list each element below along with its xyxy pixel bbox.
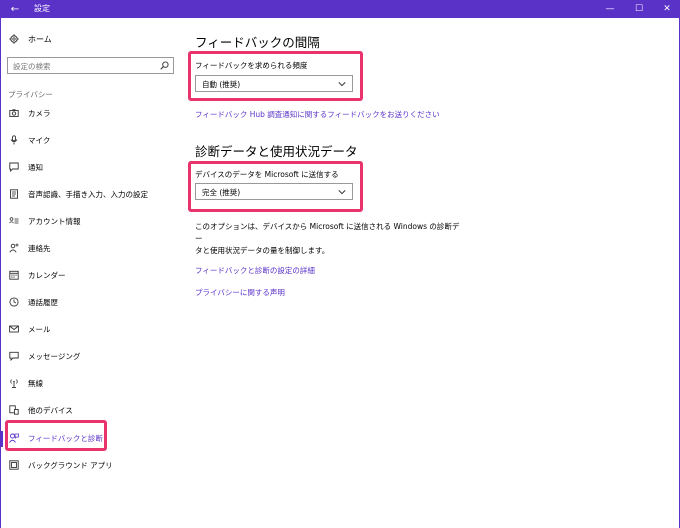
feedback-hub-link[interactable]: フィードバック Hub 調査通知に関するフィードバックをお送りください <box>195 109 440 120</box>
messaging-icon <box>8 350 20 362</box>
highlight-feedback-nav <box>5 420 107 451</box>
sidebar-item-calendar[interactable]: カレンダー <box>8 268 66 282</box>
window-title: 設定 <box>34 4 50 13</box>
sidebar-item-label: バックグラウンド アプリ <box>28 460 113 470</box>
diagnostic-description-line-1: このオプションは、デバイスから Microsoft に送信される Windows… <box>195 222 460 243</box>
sidebar-item-radios[interactable]: 無線 <box>8 376 43 390</box>
sidebar-item-other-devices[interactable]: 他のデバイス <box>8 403 73 417</box>
back-button[interactable]: ← <box>4 0 26 18</box>
camera-icon <box>8 107 20 119</box>
search-placeholder: 設定の検索 <box>13 62 51 71</box>
close-button[interactable]: ✕ <box>652 0 680 18</box>
sidebar-item-label: カメラ <box>28 108 51 118</box>
sidebar-item-background-apps[interactable]: バックグラウンド アプリ <box>8 458 113 472</box>
sidebar-item-label: アカウント情報 <box>28 216 81 226</box>
sidebar-item-label: 通知 <box>28 162 43 172</box>
sidebar: ホーム 設定の検索 プライバシー カメラ マイク 通知 音声認識、手描き入力、入… <box>0 18 180 528</box>
feedback-heading: フィードバックの間隔 <box>195 35 320 50</box>
gear-icon <box>8 33 20 45</box>
background-apps-icon <box>8 459 20 471</box>
privacy-statement-link[interactable]: プライバシーに関する声明 <box>195 287 285 298</box>
sidebar-item-label: カレンダー <box>28 270 66 280</box>
feedback-settings-details-link[interactable]: フィードバックと診断の設定の詳細 <box>195 265 315 276</box>
mail-icon <box>8 323 20 335</box>
sidebar-item-label: メッセージング <box>28 351 81 361</box>
search-input[interactable]: 設定の検索 <box>7 57 174 74</box>
calendar-icon <box>8 269 20 281</box>
diagnostic-description-line-2: タと使用状況データの量を制御します。 <box>195 246 330 255</box>
sidebar-section-privacy: プライバシー <box>8 90 53 99</box>
other-devices-icon <box>8 404 20 416</box>
maximize-button[interactable]: ☐ <box>624 0 654 18</box>
sidebar-home[interactable]: ホーム <box>8 32 52 46</box>
search-icon[interactable] <box>160 61 169 70</box>
diagnostic-heading: 診断データと使用状況データ <box>195 144 358 159</box>
sidebar-item-speech[interactable]: 音声認識、手描き入力、入力の設定 <box>8 187 148 201</box>
minimize-button[interactable]: — <box>595 0 625 18</box>
speech-icon <box>8 188 20 200</box>
sidebar-item-label: 音声認識、手描き入力、入力の設定 <box>28 189 148 199</box>
sidebar-item-label: 無線 <box>28 378 43 388</box>
sidebar-item-mail[interactable]: メール <box>8 322 51 336</box>
call-history-icon <box>8 296 20 308</box>
diagnostic-description: このオプションは、デバイスから Microsoft に送信される Windows… <box>195 221 460 257</box>
sidebar-item-call-history[interactable]: 通話履歴 <box>8 295 58 309</box>
sidebar-item-label: メール <box>28 324 51 334</box>
highlight-feedback-frequency <box>188 51 363 101</box>
sidebar-item-label: 通話履歴 <box>28 297 58 307</box>
notification-icon <box>8 161 20 173</box>
sidebar-item-account-info[interactable]: アカウント情報 <box>8 214 81 228</box>
sidebar-item-label: マイク <box>28 135 51 145</box>
sidebar-item-notifications[interactable]: 通知 <box>8 160 43 174</box>
sidebar-item-label: 連絡先 <box>28 243 51 253</box>
sidebar-item-microphone[interactable]: マイク <box>8 133 50 147</box>
sidebar-item-label: 他のデバイス <box>28 405 73 415</box>
sidebar-home-label: ホーム <box>28 34 52 44</box>
radios-icon <box>8 377 20 389</box>
contacts-icon <box>8 242 20 254</box>
highlight-diagnostic-data <box>188 161 363 212</box>
sidebar-item-camera[interactable]: カメラ <box>8 106 51 120</box>
microphone-icon <box>8 134 20 146</box>
sidebar-item-contacts[interactable]: 連絡先 <box>8 241 51 255</box>
active-indicator <box>0 431 3 447</box>
account-info-icon <box>8 215 20 227</box>
title-bar: ← 設定 — ☐ ✕ <box>0 0 680 18</box>
sidebar-item-messaging[interactable]: メッセージング <box>8 349 80 363</box>
